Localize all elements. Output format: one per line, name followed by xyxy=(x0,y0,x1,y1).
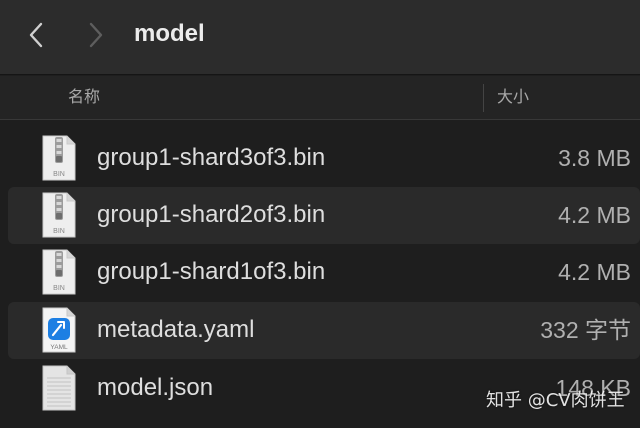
bin-file-icon: BIN xyxy=(41,191,77,239)
file-row[interactable]: YAML metadata.yaml 332 字节 xyxy=(8,302,640,359)
watermark: 知乎 @CV肉饼王 xyxy=(486,390,625,411)
name-column-header[interactable]: 名称 xyxy=(68,86,100,108)
file-size: 3.8 MB xyxy=(558,145,631,171)
column-header: 名称 大小 xyxy=(0,76,640,120)
file-size: 332 字节 xyxy=(540,317,631,343)
svg-text:BIN: BIN xyxy=(53,171,65,178)
file-name: group1-shard2of3.bin xyxy=(97,201,326,228)
chevron-left-icon xyxy=(29,22,43,48)
finder-window: model 名称 大小 BIN group1-shard3of3.bin 3.8… xyxy=(0,0,640,428)
svg-text:BIN: BIN xyxy=(53,285,65,292)
svg-text:YAML: YAML xyxy=(50,344,68,351)
bin-file-icon: BIN xyxy=(41,134,77,182)
json-file-icon xyxy=(41,364,77,412)
file-name: model.json xyxy=(97,374,214,401)
file-name: metadata.yaml xyxy=(97,316,255,343)
forward-button[interactable] xyxy=(82,18,110,52)
file-row[interactable]: BIN group1-shard1of3.bin 4.2 MB xyxy=(8,244,640,301)
file-row[interactable]: BIN group1-shard2of3.bin 4.2 MB xyxy=(8,187,640,244)
size-column-header[interactable]: 大小 xyxy=(497,86,529,108)
file-name: group1-shard3of3.bin xyxy=(97,144,326,171)
file-size: 4.2 MB xyxy=(558,259,631,285)
column-divider[interactable] xyxy=(483,84,484,112)
yaml-file-icon: YAML xyxy=(41,306,77,354)
file-row[interactable]: BIN group1-shard3of3.bin 3.8 MB xyxy=(8,130,640,187)
toolbar: model xyxy=(0,0,640,75)
window-title: model xyxy=(134,20,205,47)
file-size: 4.2 MB xyxy=(558,202,631,228)
bin-file-icon: BIN xyxy=(41,248,77,296)
chevron-right-icon xyxy=(89,22,103,48)
file-name: group1-shard1of3.bin xyxy=(97,258,326,285)
back-button[interactable] xyxy=(22,18,50,52)
svg-text:BIN: BIN xyxy=(53,228,65,235)
